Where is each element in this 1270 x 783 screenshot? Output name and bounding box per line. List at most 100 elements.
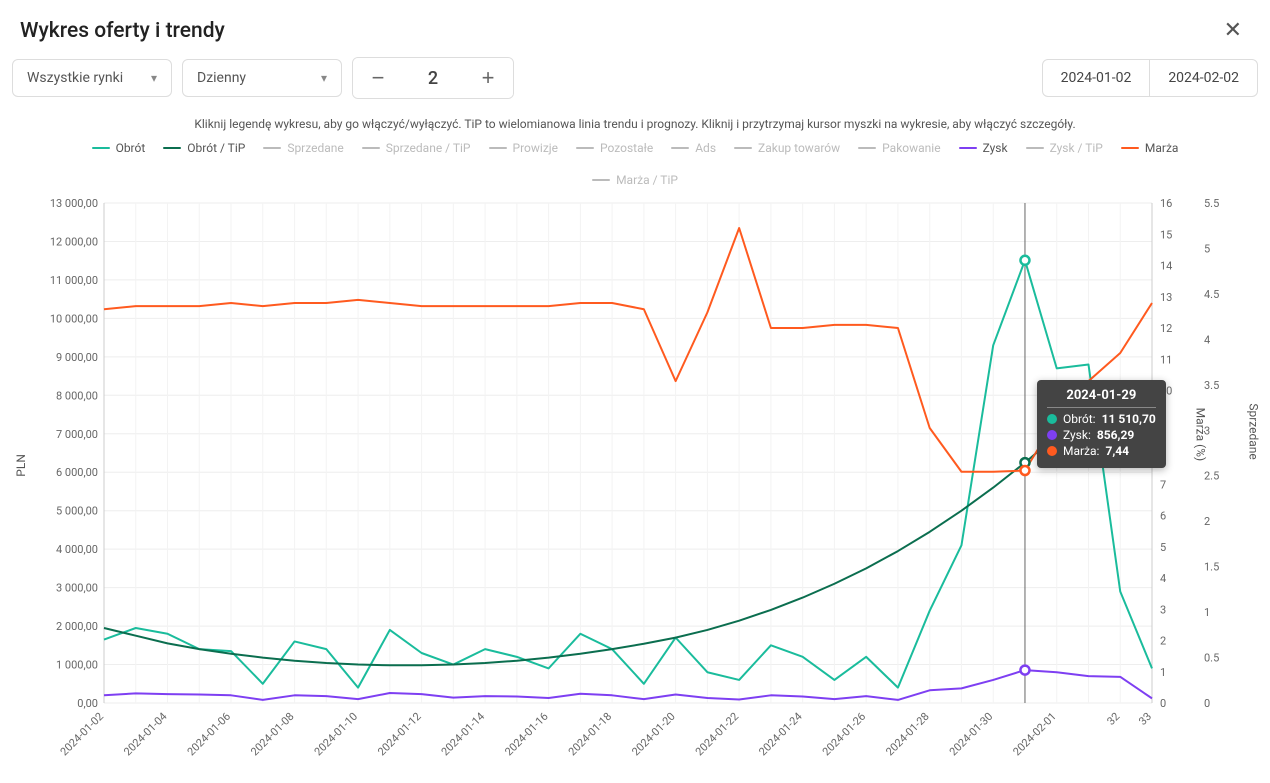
svg-text:8 000,00: 8 000,00	[56, 389, 98, 402]
legend-label: Sprzedane	[287, 141, 343, 155]
legend-item-prowizje[interactable]: Prowizje	[489, 141, 559, 155]
legend-item-zysk[interactable]: Zysk	[959, 141, 1008, 155]
date-from-input[interactable]: 2024-01-02	[1043, 60, 1151, 96]
legend-swatch	[592, 179, 610, 182]
stepper-value: 2	[403, 68, 463, 89]
legend-swatch	[959, 147, 977, 150]
svg-text:2024-01-26: 2024-01-26	[820, 710, 868, 758]
svg-text:1 000,00: 1 000,00	[56, 659, 98, 672]
svg-text:11 000,00: 11 000,00	[50, 274, 98, 287]
legend-swatch	[1026, 147, 1044, 150]
svg-text:2024-01-30: 2024-01-30	[947, 710, 995, 758]
svg-text:7 000,00: 7 000,00	[56, 428, 98, 441]
svg-text:2024-01-16: 2024-01-16	[502, 710, 550, 758]
svg-text:12 000,00: 12 000,00	[50, 235, 98, 248]
legend-item-ads[interactable]: Ads	[671, 141, 716, 155]
svg-text:2024-01-20: 2024-01-20	[629, 710, 677, 758]
legend-swatch	[1121, 147, 1139, 150]
chart-canvas[interactable]: 0,001 000,002 000,003 000,004 000,005 00…	[18, 193, 1252, 783]
legend-item-zakup-towar-w[interactable]: Zakup towarów	[734, 141, 840, 155]
svg-text:0: 0	[1160, 697, 1166, 710]
svg-text:4: 4	[1204, 333, 1210, 346]
legend-item-zysk-tip[interactable]: Zysk / TiP	[1026, 141, 1103, 155]
legend-item-sprzedane[interactable]: Sprzedane	[263, 141, 343, 155]
chevron-down-icon: ▾	[321, 71, 327, 85]
legend-label: Prowizje	[513, 141, 559, 155]
svg-text:3: 3	[1160, 603, 1166, 616]
svg-text:1: 1	[1160, 666, 1166, 679]
interval-dropdown[interactable]: Dzienny ▾	[182, 59, 342, 97]
legend-label: Marża	[1145, 141, 1179, 155]
legend-item-mar-a[interactable]: Marża	[1121, 141, 1179, 155]
svg-text:0.5: 0.5	[1204, 652, 1219, 665]
svg-text:2024-01-24: 2024-01-24	[756, 710, 804, 758]
close-icon[interactable]: ✕	[1216, 14, 1250, 47]
svg-text:2 000,00: 2 000,00	[56, 620, 98, 633]
svg-text:5.5: 5.5	[1204, 197, 1219, 210]
svg-text:2024-01-12: 2024-01-12	[375, 710, 423, 758]
legend-item-pakowanie[interactable]: Pakowanie	[858, 141, 940, 155]
legend-label: Ads	[695, 141, 716, 155]
chart-legend: Obrót Obrót / TiP Sprzedane Sprzedane / TiP…	[0, 137, 1270, 193]
svg-text:2024-01-22: 2024-01-22	[693, 710, 741, 758]
svg-text:33: 33	[1136, 710, 1154, 728]
legend-item-obr-t[interactable]: Obrót	[92, 141, 146, 155]
svg-text:5: 5	[1160, 541, 1166, 554]
svg-text:2: 2	[1204, 515, 1210, 528]
svg-text:2024-01-08: 2024-01-08	[248, 710, 296, 758]
legend-swatch	[576, 147, 594, 150]
value-stepper: − 2 +	[352, 57, 514, 99]
interval-dropdown-label: Dzienny	[197, 70, 246, 86]
y-axis-right1-label: Marża (%)	[1194, 408, 1208, 462]
legend-label: Pozostałe	[600, 141, 653, 155]
legend-item-sprzedane-tip[interactable]: Sprzedane / TiP	[362, 141, 471, 155]
svg-text:0,00: 0,00	[77, 697, 98, 710]
stepper-minus-button[interactable]: −	[353, 58, 403, 98]
svg-text:7: 7	[1160, 478, 1166, 491]
svg-text:14: 14	[1160, 260, 1172, 273]
legend-swatch	[671, 147, 689, 150]
legend-item-mar-a-tip[interactable]: Marża / TiP	[592, 173, 678, 187]
chart-instruction: Kliknij legendę wykresu, aby go włączyć/…	[0, 111, 1270, 137]
svg-text:1: 1	[1204, 606, 1210, 619]
svg-text:16: 16	[1160, 197, 1172, 210]
y-axis-left-label: PLN	[14, 454, 28, 477]
legend-label: Pakowanie	[882, 141, 940, 155]
legend-swatch	[362, 147, 380, 150]
svg-text:2024-01-02: 2024-01-02	[58, 710, 106, 758]
svg-text:3 000,00: 3 000,00	[56, 582, 98, 595]
svg-text:5 000,00: 5 000,00	[56, 505, 98, 518]
svg-text:5: 5	[1204, 242, 1210, 255]
svg-text:2024-01-14: 2024-01-14	[439, 710, 487, 758]
page-title: Wykres oferty i trendy	[20, 19, 225, 43]
svg-text:0: 0	[1204, 697, 1210, 710]
markets-dropdown[interactable]: Wszystkie rynki ▾	[12, 59, 172, 97]
stepper-plus-button[interactable]: +	[463, 58, 513, 98]
legend-label: Obrót	[116, 141, 146, 155]
legend-label: Zysk	[983, 141, 1008, 155]
svg-text:4 000,00: 4 000,00	[56, 543, 98, 556]
svg-text:4.5: 4.5	[1204, 288, 1219, 301]
svg-text:9: 9	[1160, 416, 1166, 429]
date-to-input[interactable]: 2024-02-02	[1150, 60, 1257, 96]
svg-text:4: 4	[1160, 572, 1166, 585]
svg-text:2024-02-01: 2024-02-01	[1010, 710, 1058, 758]
svg-text:11: 11	[1160, 353, 1172, 366]
legend-label: Obrót / TiP	[187, 141, 245, 155]
date-range-picker: 2024-01-02 2024-02-02	[1042, 59, 1258, 97]
legend-label: Zakup towarów	[758, 141, 840, 155]
legend-item-obr-t-tip[interactable]: Obrót / TiP	[163, 141, 245, 155]
svg-text:2024-01-04: 2024-01-04	[121, 710, 169, 758]
svg-text:15: 15	[1160, 228, 1172, 241]
legend-swatch	[263, 147, 281, 150]
svg-text:1.5: 1.5	[1204, 561, 1219, 574]
svg-text:2024-01-10: 2024-01-10	[312, 710, 360, 758]
svg-text:2024-01-18: 2024-01-18	[566, 710, 614, 758]
y-axis-right2-label: Sprzedane	[1246, 403, 1260, 459]
legend-swatch	[734, 147, 752, 150]
legend-item-pozosta-e[interactable]: Pozostałe	[576, 141, 653, 155]
svg-text:6 000,00: 6 000,00	[56, 466, 98, 479]
svg-text:2: 2	[1160, 635, 1166, 648]
legend-swatch	[163, 147, 181, 150]
svg-text:9 000,00: 9 000,00	[56, 351, 98, 364]
